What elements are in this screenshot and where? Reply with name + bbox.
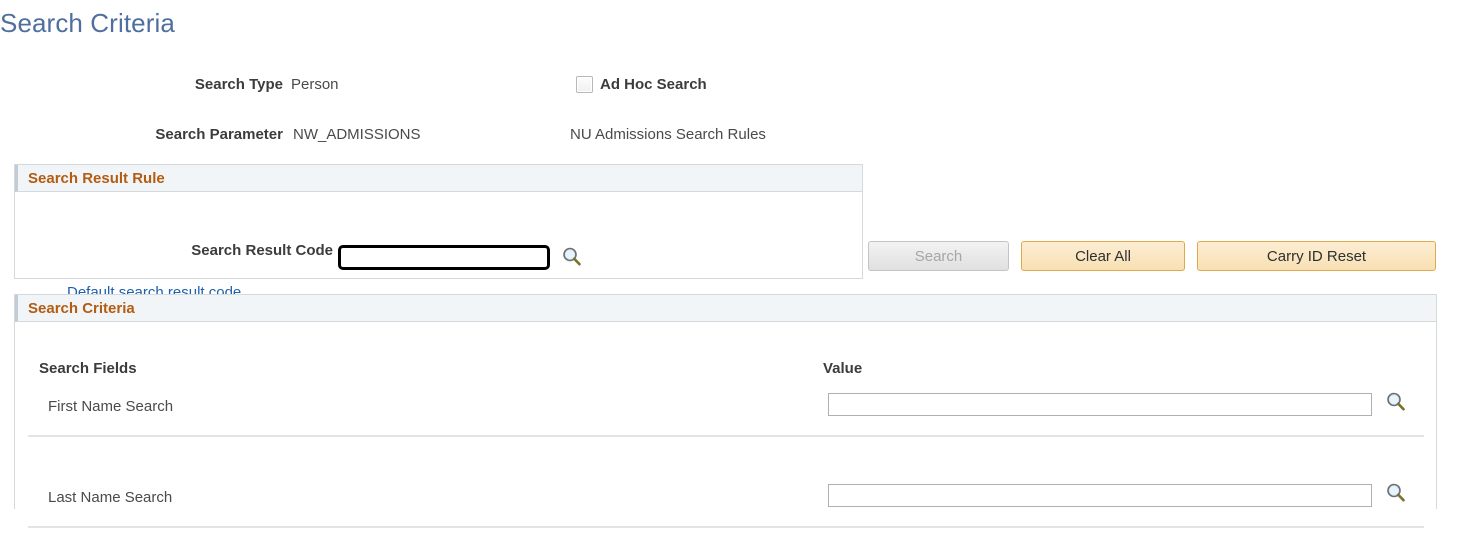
search-result-rule-body: Search Result Code Default search result… — [15, 192, 862, 305]
ad-hoc-search-checkbox[interactable] — [576, 76, 593, 93]
table-row-field-label: Last Name Search — [48, 489, 173, 506]
search-parameter-label: Search Parameter — [155, 126, 283, 143]
search-criteria-panel: Search Criteria Search Fields Value Firs… — [14, 294, 1437, 528]
search-criteria-body: Search Fields Value First Name Search La… — [15, 322, 1436, 536]
last-name-search-lookup-magnifying-glass-icon[interactable] — [1384, 481, 1408, 505]
clear-all-button[interactable]: Clear All — [1021, 241, 1185, 271]
search-criteria-header: Search Criteria — [15, 295, 1436, 322]
column-header-value: Value — [823, 360, 863, 377]
search-parameter-value: NW_ADMISSIONS — [293, 126, 421, 143]
ad-hoc-search-row[interactable]: Ad Hoc Search — [576, 76, 707, 93]
page-title: Search Criteria — [0, 8, 175, 38]
search-result-code-label: Search Result Code — [191, 242, 333, 259]
search-result-rule-header-title: Search Result Rule — [28, 169, 165, 187]
row-divider — [28, 435, 1424, 437]
search-button[interactable]: Search — [868, 241, 1009, 271]
ad-hoc-search-label: Ad Hoc Search — [600, 76, 707, 93]
search-result-rule-panel: Search Result Rule Search Result Code De… — [14, 164, 863, 301]
first-name-search-lookup-magnifying-glass-icon[interactable] — [1384, 390, 1408, 414]
search-rules-description: NU Admissions Search Rules — [570, 126, 766, 143]
search-result-rule-header: Search Result Rule — [15, 165, 862, 192]
table-row-field-label: First Name Search — [48, 398, 174, 415]
search-type-value: Person — [291, 76, 339, 93]
last-name-search-value-input[interactable] — [828, 484, 1372, 507]
search-result-code-lookup-magnifying-glass-icon[interactable] — [560, 245, 584, 269]
column-header-search-fields: Search Fields — [39, 360, 137, 377]
search-criteria-header-title: Search Criteria — [28, 299, 135, 317]
first-name-search-value-input[interactable] — [828, 393, 1372, 416]
carry-id-reset-button[interactable]: Carry ID Reset — [1197, 241, 1436, 271]
search-type-label: Search Type — [194, 76, 283, 93]
search-result-code-input[interactable] — [338, 245, 550, 270]
row-divider — [28, 526, 1424, 528]
